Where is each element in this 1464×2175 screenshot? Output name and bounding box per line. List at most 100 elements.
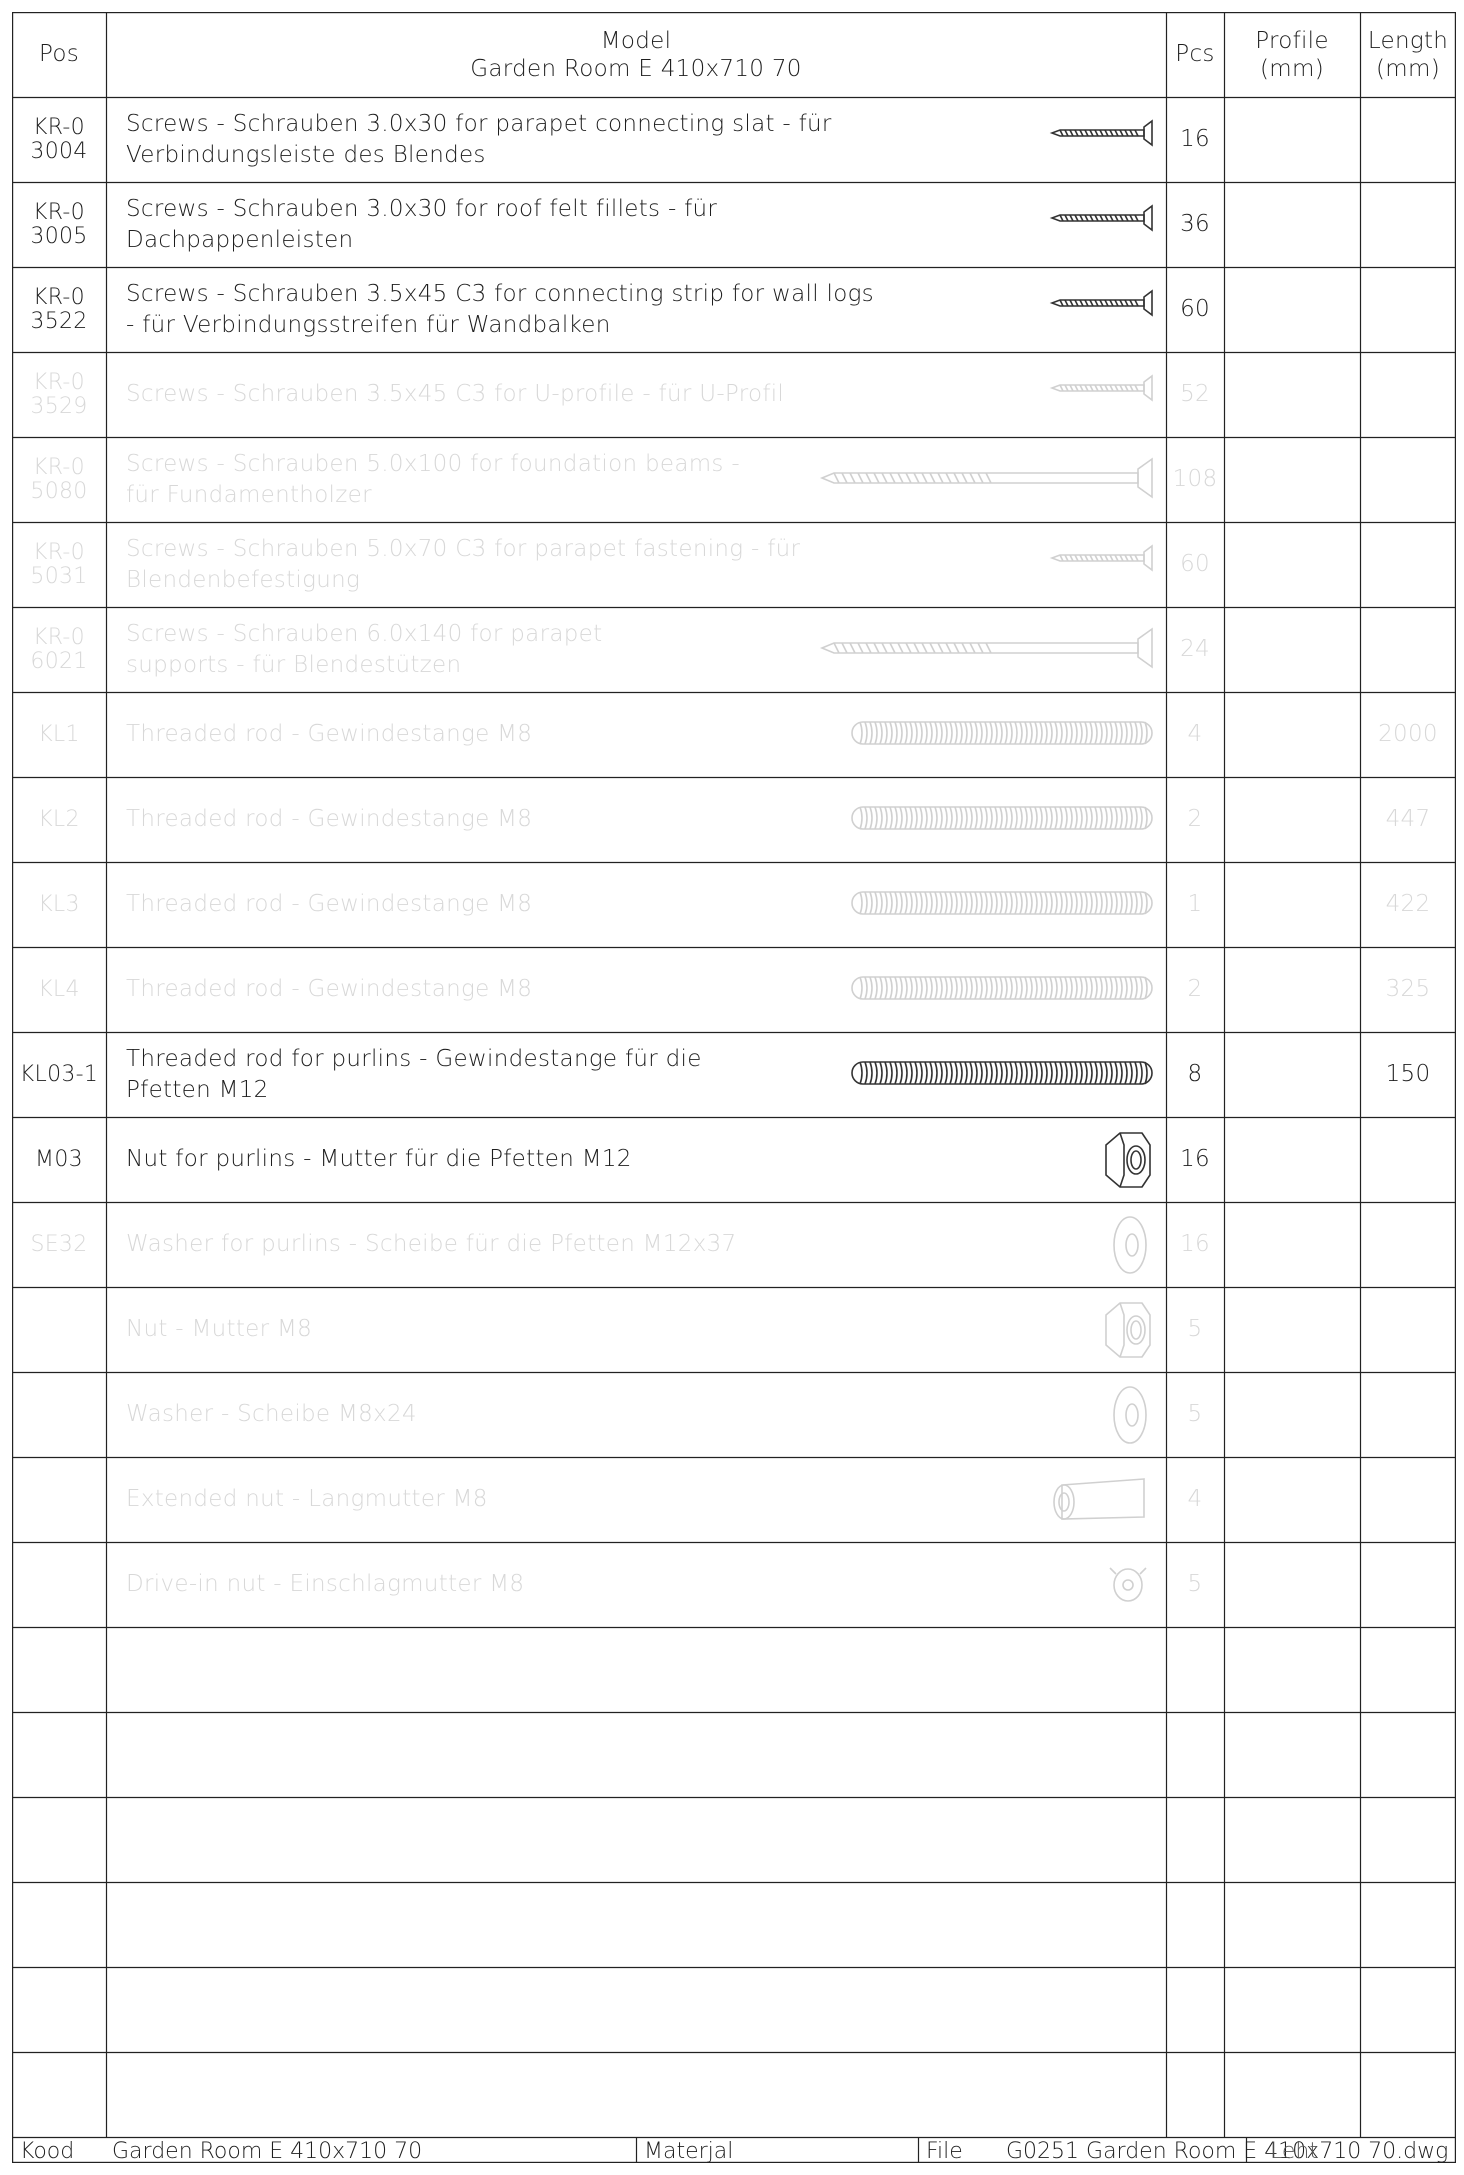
table-row: Extended nut - Langmutter M8 4 (12, 1457, 1456, 1542)
table-row: M03 Nut for purlins - Mutter für die Pfet… (12, 1117, 1456, 1202)
parts-list-sheet: Pos Model Garden Room E 410x710 70 Pcs P… (12, 12, 1456, 2163)
footer-file-label: File (926, 2139, 963, 2164)
part-quantity: 16 (1180, 1231, 1210, 1257)
part-position-line1: KR-0 (33, 369, 85, 395)
part-position: KL4 (12, 947, 106, 1032)
header-pos-label: Pos (38, 41, 79, 67)
part-position-line2: 3529 (30, 393, 88, 419)
part-position-line1: KL1 (38, 721, 80, 747)
part-position: KR-0 6021 (12, 607, 106, 692)
part-position-line2: 6021 (30, 648, 88, 674)
footer-file-overlay: Leht (1270, 2139, 1318, 2164)
header-length-unit: (mm) (1376, 55, 1440, 82)
part-length (1360, 267, 1456, 352)
part-description-line2: Verbindungsleiste des Blendes (126, 141, 486, 168)
part-position-line2: 3522 (30, 308, 88, 334)
part-quantity: 4 (1187, 721, 1203, 747)
table-row: KL3 Threaded rod - Gewindestange M8 1 422 (12, 862, 1456, 947)
part-description-line1: Threaded rod - Gewindestange M8 (126, 806, 533, 832)
header-profile: Profile (mm) (1224, 12, 1360, 97)
table-row: KL03-1 Threaded rod for purlins - Gewinde… (12, 1032, 1456, 1117)
screw-icon (1048, 97, 1158, 182)
part-quantity: 60 (1180, 296, 1210, 322)
part-quantity: 5 (1187, 1401, 1203, 1427)
part-quantity: 1 (1187, 891, 1203, 917)
header-profile-label: Profile (1255, 27, 1329, 54)
part-length (1360, 352, 1456, 437)
part-description-line1: Nut for purlins - Mutter für die Pfetten… (126, 1146, 632, 1172)
part-position-line1: KR-0 (33, 284, 85, 310)
part-position: KR-0 3529 (12, 352, 106, 437)
table-row: KR-0 3529 Screws - Schrauben 3.5x45 C3 for… (12, 352, 1456, 437)
part-description-line1: Screws - Schrauben 5.0x70 C3 for parapet… (126, 535, 801, 562)
header-model: Model Garden Room E 410x710 70 (106, 12, 1166, 97)
part-position-line2: 3005 (30, 223, 88, 249)
screw-icon (1048, 267, 1158, 352)
part-quantity: 5 (1187, 1571, 1203, 1597)
screw-icon (1048, 522, 1158, 607)
table-row: Washer - Scheibe M8x24 5 (12, 1372, 1456, 1457)
part-quantity: 4 (1187, 1486, 1203, 1512)
header-model-label: Model (600, 27, 672, 54)
long-screw-icon (818, 437, 1158, 522)
header-length-label: Length (1367, 27, 1449, 54)
part-description-line2: Dachpappenleisten (126, 226, 354, 253)
part-position-line1: M03 (35, 1146, 83, 1172)
hex-nut-icon (1098, 1117, 1158, 1202)
part-quantity: 36 (1180, 211, 1210, 237)
part-description-line1: Screws - Schrauben 6.0x140 for parapet (126, 620, 603, 647)
part-position-line1: KL4 (38, 976, 80, 1002)
part-position (12, 1542, 106, 1627)
part-length (1360, 522, 1456, 607)
part-description-line1: Threaded rod - Gewindestange M8 (126, 976, 533, 1002)
part-description-line1: Screws - Schrauben 3.5x45 C3 for U-profi… (126, 381, 785, 407)
part-quantity: 16 (1180, 126, 1210, 152)
long-screw-icon (818, 607, 1158, 692)
part-quantity: 2 (1187, 806, 1203, 832)
header-length: Length (mm) (1360, 12, 1456, 97)
part-quantity: 16 (1180, 1146, 1210, 1172)
part-position: KL3 (12, 862, 106, 947)
table-row: KR-0 6021 Screws - Schrauben 6.0x140 for p… (12, 607, 1456, 692)
part-description-line1: Screws - Schrauben 3.5x45 C3 for connect… (126, 280, 874, 307)
footer-materjal-label: Materjal (644, 2139, 734, 2164)
part-length (1360, 437, 1456, 522)
part-quantity: 24 (1180, 636, 1210, 662)
part-length: 325 (1385, 976, 1431, 1002)
threaded-rod-icon (848, 1032, 1158, 1117)
part-position-line2: 5031 (30, 563, 88, 589)
header-pos: Pos (12, 12, 106, 97)
part-position-line1: KR-0 (33, 624, 85, 650)
part-position: KR-0 3004 (12, 97, 106, 182)
part-length (1360, 1287, 1456, 1372)
part-description-line1: Washer - Scheibe M8x24 (126, 1401, 417, 1427)
header-profile-unit: (mm) (1260, 55, 1324, 82)
threaded-rod-icon (848, 777, 1158, 862)
part-position: KR-0 3005 (12, 182, 106, 267)
part-position: KL03-1 (12, 1032, 106, 1117)
screw-icon (1048, 182, 1158, 267)
part-position-line1: SE32 (30, 1231, 88, 1257)
part-length (1360, 182, 1456, 267)
part-position: SE32 (12, 1202, 106, 1287)
part-description: Screws - Schrauben 3.0x30 for roof felt … (126, 182, 1006, 267)
table-row: Drive-in nut - Einschlagmutter M8 5 (12, 1542, 1456, 1627)
washer-icon (1098, 1372, 1158, 1457)
part-position: KL2 (12, 777, 106, 862)
part-position-line1: KL03-1 (19, 1061, 99, 1087)
header-pcs: Pcs (1166, 12, 1224, 97)
table-row: Nut - Mutter M8 5 (12, 1287, 1456, 1372)
table-row: KL1 Threaded rod - Gewindestange M8 4 2000 (12, 692, 1456, 777)
part-length: 422 (1385, 891, 1431, 917)
screw-icon (1048, 352, 1158, 437)
extended-nut-icon (1048, 1457, 1158, 1542)
part-description: Washer for purlins - Scheibe für die Pfe… (126, 1202, 1006, 1287)
part-description-line1: Drive-in nut - Einschlagmutter M8 (126, 1571, 525, 1597)
table-row: KR-0 5031 Screws - Schrauben 5.0x70 C3 for… (12, 522, 1456, 607)
drive-in-nut-icon (1098, 1542, 1158, 1627)
part-description-line2: für Fundamentholzer (126, 481, 372, 508)
table-row: KR-0 3005 Screws - Schrauben 3.0x30 for ro… (12, 182, 1456, 267)
footer-file-value: G0251 Garden Room E 410x710 70.dwg (1006, 2139, 1449, 2164)
part-description-line2: - für Verbindungsstreifen für Wandbalken (126, 311, 611, 338)
part-description: Screws - Schrauben 3.0x30 for parapet co… (126, 97, 1006, 182)
